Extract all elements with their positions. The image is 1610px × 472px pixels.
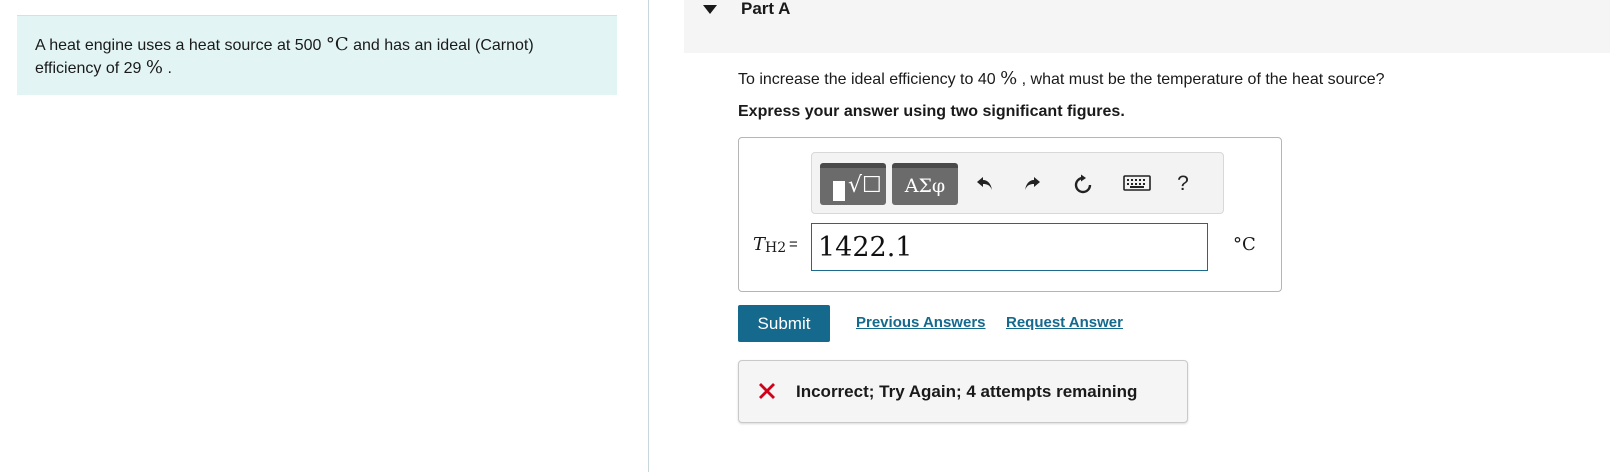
problem-text-3: efficiency of 29 [35, 60, 146, 77]
sqrt-template-icon: √☐ [848, 173, 882, 198]
part-title[interactable]: Part A [741, 0, 790, 19]
problem-text-4: . [163, 60, 172, 77]
part-header[interactable] [684, 0, 1610, 53]
problem-temp-unit: °C [325, 34, 349, 55]
panel-divider [648, 0, 649, 472]
reset-icon[interactable] [1066, 167, 1100, 201]
redo-icon[interactable] [1015, 167, 1049, 201]
feedback-message: Incorrect; Try Again; 4 attempts remaini… [796, 382, 1138, 401]
request-answer-link[interactable]: Request Answer [1006, 314, 1123, 331]
answer-box: √☐ ΑΣφ ? TH2 = 1422.1 °C [738, 137, 1282, 292]
collapse-caret-icon[interactable] [703, 5, 717, 14]
answer-unit: °C [1233, 234, 1256, 255]
problem-text-1: A heat engine uses a heat source at 500 [35, 37, 326, 54]
undo-icon[interactable] [968, 167, 1002, 201]
submit-button[interactable]: Submit [738, 305, 830, 342]
help-button[interactable]: ? [1166, 167, 1200, 201]
problem-statement: A heat engine uses a heat source at 500 … [17, 15, 617, 95]
equals-sign: = [789, 236, 798, 253]
question-text-1: To increase the ideal efficiency to 40 [738, 71, 1001, 88]
question-text-2: , what must be the temperature of the he… [1017, 71, 1385, 88]
question-text: To increase the ideal efficiency to 40 %… [738, 68, 1385, 91]
variable-subscript: H2 [765, 240, 787, 256]
page: A heat engine uses a heat source at 500 … [0, 0, 1610, 472]
question-percent: % [1000, 68, 1018, 89]
greek-symbols-button[interactable]: ΑΣφ [892, 163, 958, 205]
previous-answers-link[interactable]: Previous Answers [856, 314, 986, 331]
instruction-text: Express your answer using two significan… [738, 103, 1125, 120]
answer-variable-label: TH2 [753, 234, 787, 256]
math-toolbar: √☐ ΑΣφ ? [811, 152, 1224, 214]
answer-input[interactable] [811, 223, 1208, 271]
keyboard-icon[interactable] [1120, 167, 1154, 201]
template-block-icon [833, 181, 845, 201]
variable-symbol: T [753, 234, 766, 255]
problem-text-2: and has an ideal (Carnot) [348, 37, 534, 54]
feedback-box: Incorrect; Try Again; 4 attempts remaini… [738, 360, 1188, 423]
x-mark-icon [756, 380, 778, 402]
problem-percent: % [145, 57, 163, 78]
templates-button[interactable]: √☐ [820, 163, 886, 205]
